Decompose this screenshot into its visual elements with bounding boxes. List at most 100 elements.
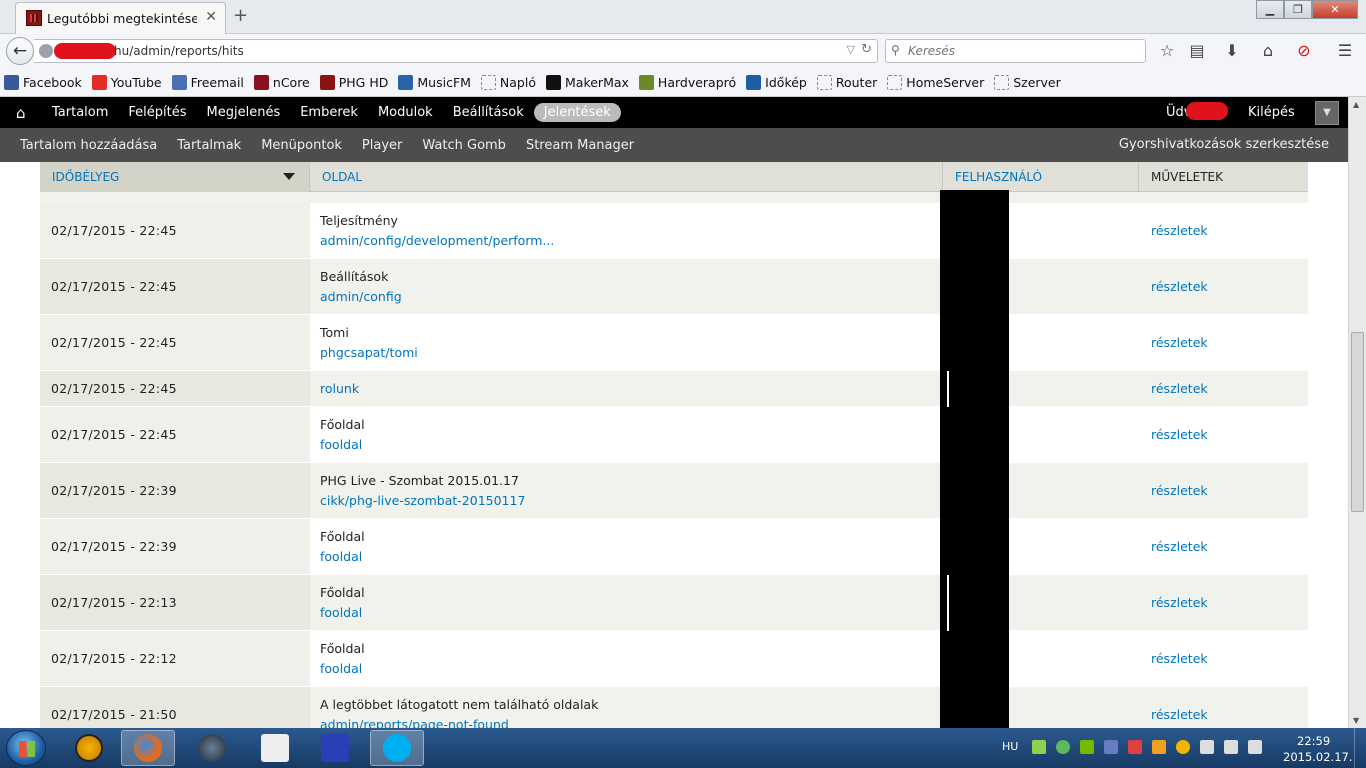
- close-window-button[interactable]: ✕: [1312, 0, 1358, 19]
- bookmark-star-icon[interactable]: ☆: [1156, 41, 1178, 61]
- nvidia-icon[interactable]: [1080, 740, 1094, 754]
- menu-icon[interactable]: ☰: [1334, 41, 1356, 61]
- logout-link[interactable]: Kilépés: [1248, 105, 1295, 120]
- tab-close-icon[interactable]: ✕: [205, 9, 217, 25]
- details-link[interactable]: részletek: [1151, 381, 1208, 396]
- tray-app-icon[interactable]: [1032, 740, 1046, 754]
- bookmark-napl-[interactable]: Napló: [480, 74, 536, 90]
- reading-list-icon[interactable]: ▤: [1186, 41, 1208, 61]
- bookmark-szerver[interactable]: Szerver: [994, 74, 1061, 90]
- browser-tab[interactable]: Legutóbbi megtekintések | ... ✕: [15, 2, 226, 34]
- details-link[interactable]: részletek: [1151, 651, 1208, 666]
- details-link[interactable]: részletek: [1151, 539, 1208, 554]
- page-path-link[interactable]: admin/config: [320, 289, 402, 304]
- downloads-icon[interactable]: ⬇: [1221, 41, 1243, 61]
- menu-item-3[interactable]: Emberek: [290, 103, 368, 122]
- timestamp: 02/17/2015 - 22:45: [51, 335, 177, 350]
- edit-shortcuts-link[interactable]: Gyorshivatkozások szerkesztése: [1119, 137, 1329, 152]
- menu-item-4[interactable]: Modulok: [368, 103, 443, 122]
- url-bar[interactable]: hu/admin/reports/hits ▽ ↻: [34, 39, 878, 63]
- toolbar-toggle-button[interactable]: ▼: [1315, 101, 1339, 125]
- reload-icon[interactable]: ↻: [861, 42, 872, 57]
- menu-item-5[interactable]: Beállítások: [443, 103, 534, 122]
- search-bar[interactable]: ⚲: [885, 39, 1146, 63]
- network-icon[interactable]: [1200, 740, 1214, 754]
- minimize-button[interactable]: ▁: [1256, 0, 1284, 19]
- page-path-link[interactable]: rolunk: [320, 381, 359, 396]
- bookmark-router[interactable]: Router: [816, 74, 877, 90]
- taskbar-app-skype[interactable]: [370, 730, 424, 766]
- details-link[interactable]: részletek: [1151, 335, 1208, 350]
- details-link[interactable]: részletek: [1151, 427, 1208, 442]
- scroll-up-icon[interactable]: ▲: [1353, 100, 1359, 109]
- utorrent-icon[interactable]: [1056, 740, 1070, 754]
- home-icon[interactable]: ⌂: [16, 104, 34, 122]
- scroll-down-icon[interactable]: ▼: [1353, 716, 1359, 725]
- power-icon[interactable]: [1248, 740, 1262, 754]
- details-link[interactable]: részletek: [1151, 223, 1208, 238]
- page-scrollbar[interactable]: ▲ ▼: [1348, 97, 1366, 728]
- page-path-link[interactable]: admin/reports/page-not-found: [320, 717, 509, 728]
- bookmark-hardverapr-[interactable]: Hardverapró: [638, 74, 736, 90]
- details-link[interactable]: részletek: [1151, 279, 1208, 294]
- details-link[interactable]: részletek: [1151, 707, 1208, 722]
- bookmark-youtube[interactable]: YouTube: [91, 74, 162, 90]
- bookmark-homeserver[interactable]: HomeServer: [887, 74, 984, 90]
- site-identity-icon[interactable]: [39, 44, 53, 58]
- shortcut-item-4[interactable]: Watch Gomb: [412, 138, 516, 153]
- shortcut-item-2[interactable]: Menüpontok: [251, 138, 352, 153]
- scrollbar-thumb[interactable]: [1351, 332, 1364, 512]
- back-button[interactable]: ←: [6, 37, 34, 65]
- start-button[interactable]: [6, 730, 46, 766]
- show-desktop-button[interactable]: [1354, 728, 1366, 768]
- page-path-link[interactable]: phgcsapat/tomi: [320, 345, 418, 360]
- adblock-icon[interactable]: ⊘: [1293, 41, 1315, 61]
- taskbar-app-save[interactable]: [308, 730, 362, 766]
- bookmark-facebook[interactable]: Facebook: [4, 74, 82, 90]
- timestamp-cell: 02/17/2015 - 22:45: [40, 315, 310, 370]
- search-input[interactable]: [908, 42, 1138, 60]
- details-link[interactable]: részletek: [1151, 595, 1208, 610]
- page-path-link[interactable]: admin/config/development/perform...: [320, 233, 554, 248]
- language-indicator[interactable]: HU: [1002, 740, 1018, 753]
- menu-item-6[interactable]: Jelentések: [533, 103, 621, 122]
- menu-item-0[interactable]: Tartalom: [42, 103, 118, 122]
- page-path-link[interactable]: cikk/phg-live-szombat-20150117: [320, 493, 525, 508]
- bookmark-makermax[interactable]: MakerMax: [546, 74, 629, 90]
- page-path-link[interactable]: fooldal: [320, 437, 362, 452]
- column-user[interactable]: FELHASZNÁLÓ: [943, 162, 1139, 192]
- column-timestamp[interactable]: IDŐBÉLYEG: [40, 162, 310, 192]
- menu-item-1[interactable]: Felépítés: [118, 103, 196, 122]
- taskbar-app-avast[interactable]: [62, 730, 116, 766]
- shortcut-item-0[interactable]: Tartalom hozzáadása: [10, 138, 167, 153]
- page-path-link[interactable]: fooldal: [320, 661, 362, 676]
- column-page[interactable]: OLDAL: [310, 162, 943, 192]
- taskbar-app-steam[interactable]: [185, 730, 239, 766]
- tray-avast-icon[interactable]: [1176, 740, 1190, 754]
- bookmark-freemail[interactable]: Freemail: [171, 74, 244, 90]
- shortcut-item-1[interactable]: Tartalmak: [167, 138, 251, 153]
- page-path-link[interactable]: fooldal: [320, 549, 362, 564]
- clock-time[interactable]: 22:59: [1297, 734, 1330, 748]
- page-path-link[interactable]: fooldal: [320, 605, 362, 620]
- new-tab-button[interactable]: +: [233, 5, 248, 26]
- tray-flag-icon[interactable]: [1128, 740, 1142, 754]
- volume-icon[interactable]: [1224, 740, 1238, 754]
- url-dropdown-icon[interactable]: ▽: [847, 43, 855, 56]
- bookmark-phg-hd[interactable]: PHG HD: [319, 74, 388, 90]
- bookmark-musicfm[interactable]: MusicFM: [398, 74, 471, 90]
- bookmark-id-k-p[interactable]: Időkép: [746, 74, 807, 90]
- details-link[interactable]: részletek: [1151, 483, 1208, 498]
- shortcut-item-5[interactable]: Stream Manager: [516, 138, 644, 153]
- maximize-button[interactable]: ❐: [1284, 0, 1312, 19]
- tray-tool-icon[interactable]: [1104, 740, 1118, 754]
- clock-date[interactable]: 2015.02.17.: [1283, 750, 1353, 764]
- tray-media-icon[interactable]: [1152, 740, 1166, 754]
- home-icon[interactable]: ⌂: [1257, 41, 1279, 61]
- url-text[interactable]: hu/admin/reports/hits: [114, 44, 244, 58]
- taskbar-app-firefox[interactable]: [121, 730, 175, 766]
- taskbar-app-xsplit[interactable]: [248, 730, 302, 766]
- shortcut-item-3[interactable]: Player: [352, 138, 412, 153]
- bookmark-ncore[interactable]: nCore: [253, 74, 310, 90]
- menu-item-2[interactable]: Megjelenés: [197, 103, 291, 122]
